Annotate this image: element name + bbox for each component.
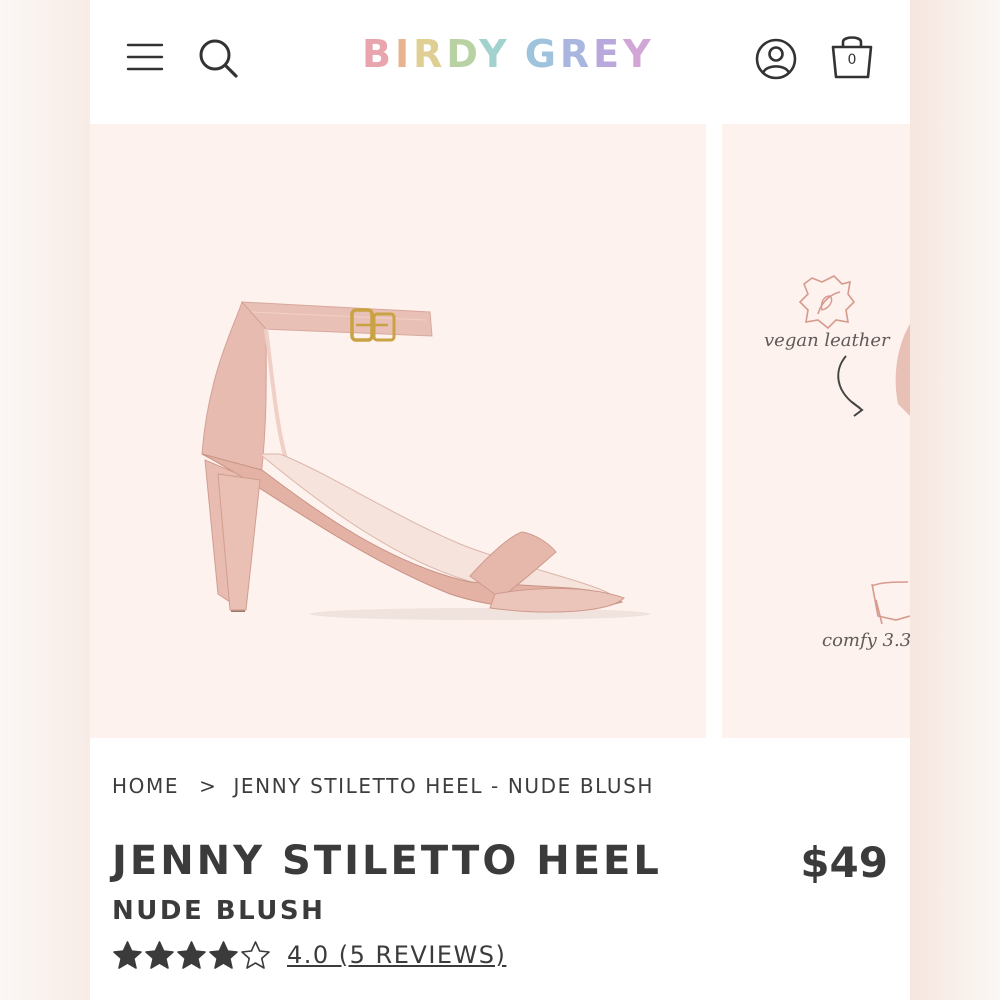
logo-letter: I	[394, 32, 414, 76]
star-filled-icon	[145, 940, 174, 969]
account-icon[interactable]	[754, 37, 798, 81]
background-fade-left	[0, 0, 90, 1000]
comfy-heel-callout: comfy 3.3'	[822, 630, 910, 651]
breadcrumb: HOME > JENNY STILETTO HEEL - NUDE BLUSH	[112, 774, 654, 798]
mobile-page: BIRDY GREY 0 vegan leather comfy 3.3' HO…	[90, 0, 910, 1000]
sandal-illustration	[201, 301, 650, 620]
breadcrumb-current: JENNY STILETTO HEEL - NUDE BLUSH	[233, 774, 655, 798]
site-header: BIRDY GREY 0	[90, 0, 910, 122]
logo-letter: R	[413, 32, 447, 76]
star-filled-icon	[177, 940, 206, 969]
product-price: $49	[800, 838, 888, 887]
logo-letter: D	[446, 32, 480, 76]
shopping-bag-icon[interactable]: 0	[828, 30, 876, 82]
logo-letter: Y	[479, 32, 511, 76]
product-color-name: NUDE BLUSH	[112, 896, 326, 926]
hamburger-menu-icon[interactable]	[126, 38, 164, 76]
logo-letter: Y	[623, 32, 655, 76]
brand-logo[interactable]: BIRDY GREY	[362, 32, 651, 78]
logo-letter: R	[559, 32, 594, 76]
breadcrumb-separator: >	[199, 774, 218, 798]
product-info: HOME > JENNY STILETTO HEEL - NUDE BLUSH JE…	[90, 740, 910, 1000]
star-filled-icon	[209, 940, 238, 969]
star-filled-icon	[113, 940, 142, 969]
logo-letter: B	[362, 32, 395, 76]
reviews-link[interactable]: 4.0 (5 REVIEWS)	[287, 941, 506, 969]
logo-letter: G	[524, 32, 560, 76]
vegan-leather-callout: vegan leather	[764, 330, 890, 351]
product-rating: 4.0 (5 REVIEWS)	[112, 938, 506, 972]
breadcrumb-home-link[interactable]: HOME	[112, 774, 179, 798]
product-image-gallery[interactable]: vegan leather comfy 3.3'	[90, 124, 910, 738]
logo-letter: E	[593, 32, 624, 76]
star-empty-icon	[241, 940, 270, 969]
star-rating	[112, 940, 271, 971]
cart-count-badge: 0	[847, 52, 857, 68]
search-icon[interactable]	[196, 36, 240, 80]
product-title: JENNY STILETTO HEEL	[112, 838, 662, 884]
background-fade-right	[910, 0, 1000, 1000]
product-image-next[interactable]: vegan leather comfy 3.3'	[722, 124, 910, 738]
product-image-main[interactable]	[90, 124, 706, 738]
